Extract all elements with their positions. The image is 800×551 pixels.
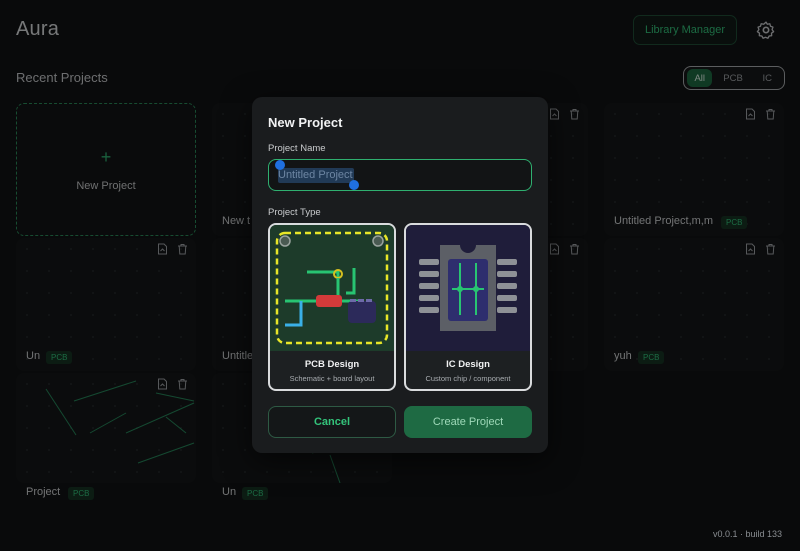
- selection-end-handle[interactable]: [349, 180, 359, 190]
- pcb-design-option[interactable]: PCB Design Schematic + board layout: [268, 223, 396, 391]
- ic-design-option[interactable]: IC Design Custom chip / component: [404, 223, 532, 391]
- text-selection-highlight: [278, 168, 354, 183]
- new-project-dialog: New Project Project Name Project Type: [252, 97, 548, 453]
- project-type-label: Project Type: [268, 207, 321, 218]
- pcb-design-title: PCB Design: [304, 359, 360, 370]
- cancel-button[interactable]: Cancel: [268, 406, 396, 438]
- dialog-title: New Project: [268, 115, 343, 130]
- selection-start-handle[interactable]: [275, 160, 285, 170]
- pcb-design-subtitle: Schematic + board layout: [289, 374, 375, 383]
- ic-chip-icon: [406, 225, 530, 351]
- project-name-label: Project Name: [268, 143, 326, 154]
- version-label: v0.0.1 · build 133: [713, 529, 783, 539]
- ic-design-subtitle: Custom chip / component: [425, 374, 511, 383]
- ic-design-title: IC Design: [446, 359, 490, 370]
- pcb-board-icon: [270, 225, 394, 351]
- create-project-button[interactable]: Create Project: [404, 406, 532, 438]
- app-root: Aura Library Manager Recent Projects All…: [0, 0, 800, 551]
